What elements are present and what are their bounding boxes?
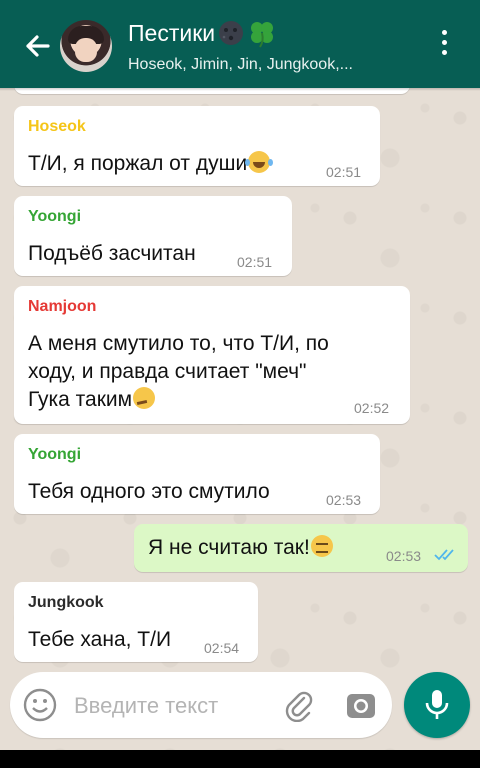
message-text: Я не считаю так! <box>148 534 333 562</box>
message-time: 02:54 <box>204 640 240 656</box>
message-bubble[interactable]: Yoongi Подъёб засчитан 02:51 <box>14 196 292 276</box>
message-time: 02:52 <box>354 400 390 416</box>
message-bubble[interactable]: Yoongi Тебя одного это смутило 02:53 <box>14 434 380 514</box>
chat-members[interactable]: Hoseok, Jimin, Jin, Jungkook,... <box>128 56 353 74</box>
expressionless-face-emoji <box>310 535 333 557</box>
chat-title[interactable]: Пестики <box>128 18 277 48</box>
system-navigation-bar <box>0 750 480 768</box>
message-sender: Hoseok <box>28 118 86 135</box>
message-time: 02:53 <box>326 492 362 508</box>
microphone-button[interactable] <box>404 672 470 738</box>
message-text: Т/И, я поржал от души <box>28 150 271 178</box>
more-options-icon[interactable] <box>432 30 456 60</box>
thinking-face-emoji <box>133 387 156 409</box>
message-composer[interactable]: Введите текст <box>10 672 392 738</box>
message-text: Подъёб засчитан <box>28 242 196 265</box>
camera-icon[interactable] <box>344 688 378 722</box>
message-bubble[interactable]: Namjoon А меня смутило то, что Т/И, по х… <box>14 286 410 424</box>
message-sender: Yoongi <box>28 446 82 463</box>
emoji-icon[interactable] <box>22 687 58 723</box>
message-input[interactable]: Введите текст <box>74 693 218 719</box>
message-text: Тебе хана, Т/И <box>28 628 172 651</box>
read-double-check-icon <box>434 549 454 561</box>
message-time: 02:51 <box>237 254 273 270</box>
message-sender: Yoongi <box>28 208 82 225</box>
chat-header: Пестики Hoseok, Jimin, Jin, Jungkook,... <box>0 0 480 91</box>
paperclip-icon[interactable] <box>282 688 316 723</box>
message-bubble[interactable]: Jungkook Тебе хана, Т/И 02:54 <box>14 582 258 662</box>
message-time: 02:51 <box>326 164 362 180</box>
four-leaf-clover-icon <box>251 22 274 48</box>
message-text: Тебя одного это смутило <box>28 480 270 503</box>
group-avatar[interactable] <box>60 20 112 72</box>
message-bubble[interactable]: Hoseok Т/И, я поржал от души 02:51 <box>14 106 380 186</box>
outgoing-message-bubble[interactable]: Я не считаю так! 02:53 <box>134 524 468 572</box>
message-time: 02:53 <box>386 548 422 564</box>
back-arrow-icon[interactable] <box>18 26 58 66</box>
message-sender: Namjoon <box>28 298 97 315</box>
microphone-icon <box>425 690 449 719</box>
new-moon-face-icon <box>219 21 244 45</box>
laughing-tears-emoji <box>245 151 271 173</box>
chat-title-text: Пестики <box>128 19 216 46</box>
message-sender: Jungkook <box>28 594 104 611</box>
message-text: А меня смутило то, что Т/И, по ходу, и п… <box>28 332 329 411</box>
